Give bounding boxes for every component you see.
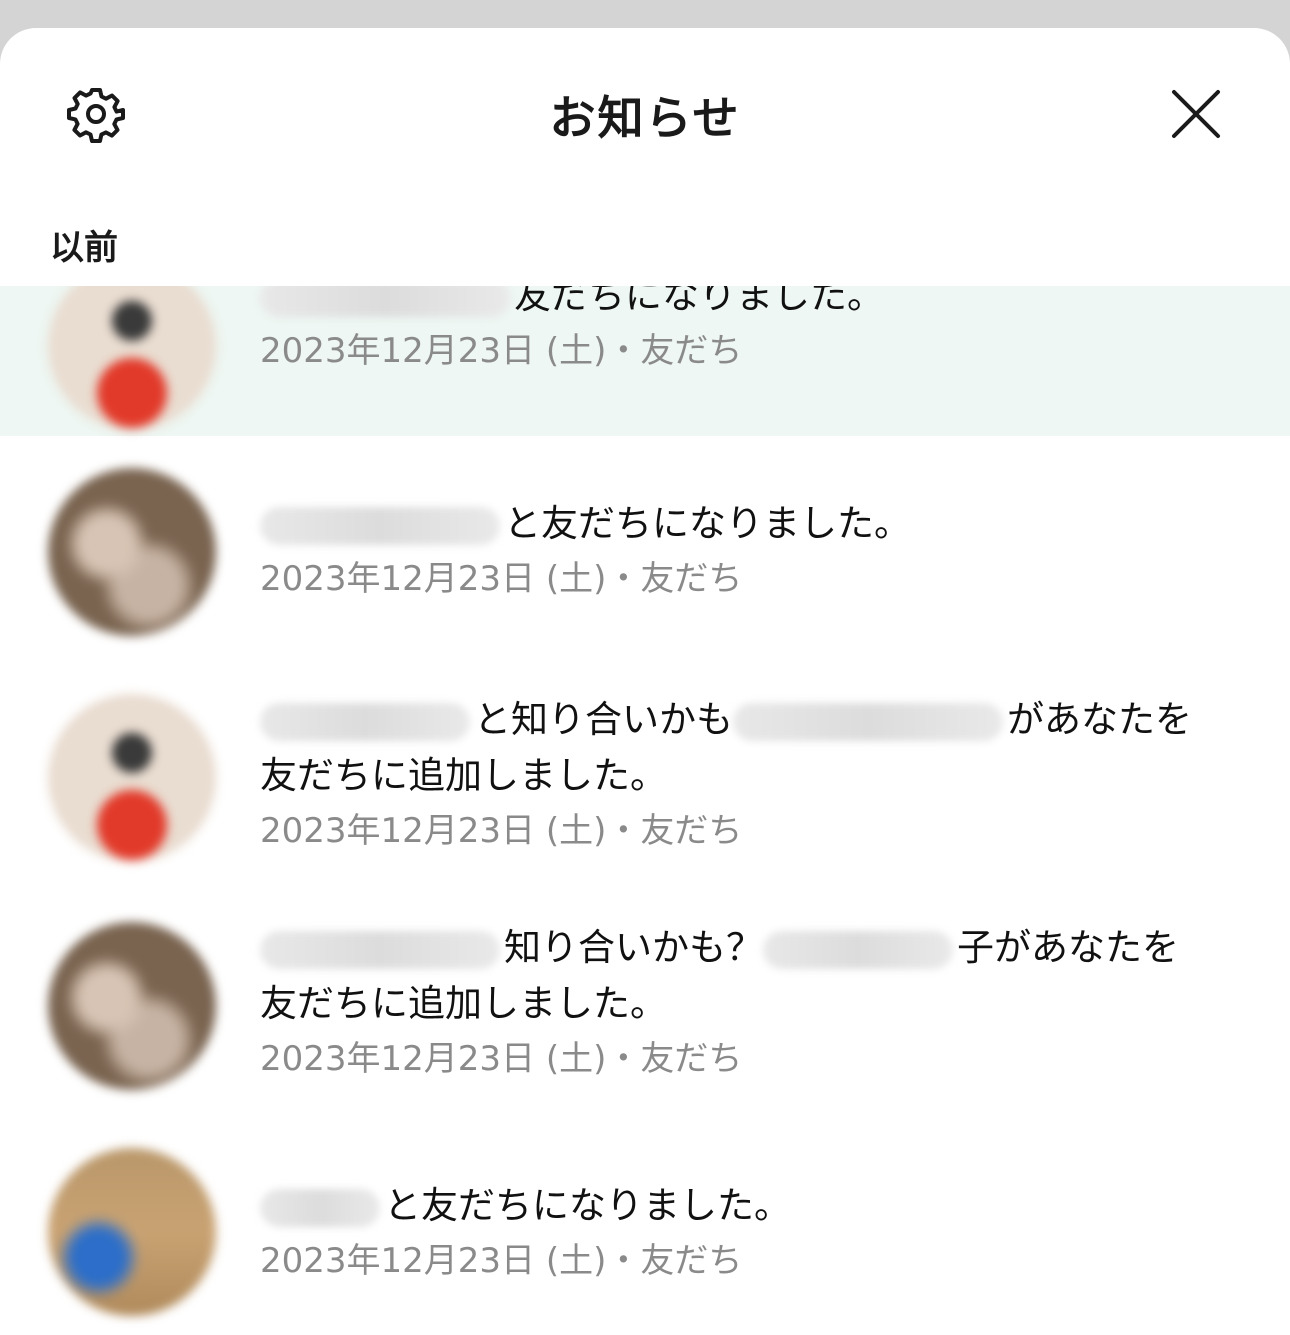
blurred-name [763,930,953,969]
notification-meta: 2023年12月23日 (土)・友だち [260,331,743,371]
blurred-name [260,930,500,969]
notification-meta: 2023年12月23日 (土)・友だち [260,559,743,599]
notification-message-line2: 友だちに追加しました。 [260,754,667,797]
notification-message: と友だちになりました。 [504,502,911,545]
blurred-name [733,702,1003,741]
notifications-sheet: お知らせ 以前 友だちになりました。 2023年12月23日 (土)・友だち と [0,28,1290,1335]
page-title: お知らせ [549,91,741,145]
notification-message-line2: 友だちに追加しました。 [260,982,667,1025]
notification-item[interactable]: と友だちになりました。 2023年12月23日 (土)・友だち [0,436,1290,664]
notification-meta: 2023年12月23日 (土)・友だち [260,811,743,851]
notification-list: 友だちになりました。 2023年12月23日 (土)・友だち と友だちになりまし… [0,286,1290,1335]
avatar [48,694,216,862]
notification-meta: 2023年12月23日 (土)・友だち [260,1039,743,1079]
avatar [48,468,216,636]
close-icon[interactable] [1166,84,1226,144]
blurred-name [260,286,510,317]
notification-message: と友だちになりました。 [384,1184,791,1227]
section-label: 以前 [50,228,118,268]
notification-message: 知り合いかも？ [504,926,763,969]
blurred-name [260,506,500,545]
notification-message: 友だちになりました。 [514,286,884,317]
notification-item[interactable]: と知り合いかも があなたを 友だちに追加しました。 2023年12月23日 (土)… [0,664,1290,892]
blurred-name [260,702,470,741]
notification-item[interactable]: 友だちになりました。 2023年12月23日 (土)・友だち [0,286,1290,436]
notification-meta: 2023年12月23日 (土)・友だち [260,1241,743,1281]
avatar [48,286,216,430]
notification-item[interactable]: 知り合いかも？ 子があなたを 友だちに追加しました。 2023年12月23日 (土… [0,892,1290,1120]
header: お知らせ [0,28,1290,198]
notification-item[interactable]: と友だちになりました。 2023年12月23日 (土)・友だち [0,1120,1290,1335]
notification-message: と知り合いかも [474,698,733,741]
avatar [48,922,216,1090]
avatar [48,1148,216,1316]
blurred-name [260,1188,380,1227]
